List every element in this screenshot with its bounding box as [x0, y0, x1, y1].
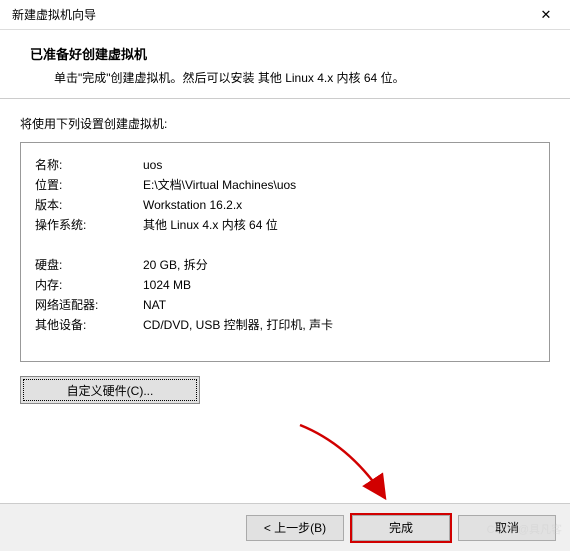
wizard-footer: < 上一步(B) 完成 取消	[0, 503, 570, 551]
summary-value: 20 GB, 拆分	[143, 255, 535, 275]
titlebar: 新建虚拟机向导 ✕	[0, 0, 570, 30]
back-button[interactable]: < 上一步(B)	[246, 515, 344, 541]
wizard-body: 将使用下列设置创建虚拟机: 名称: uos 位置: E:\文档\Virtual …	[0, 99, 570, 414]
summary-value: 其他 Linux 4.x 内核 64 位	[143, 215, 535, 235]
summary-row: 版本: Workstation 16.2.x	[35, 195, 535, 215]
summary-row: 其他设备: CD/DVD, USB 控制器, 打印机, 声卡	[35, 315, 535, 335]
summary-row: 硬盘: 20 GB, 拆分	[35, 255, 535, 275]
summary-label: 其他设备:	[35, 315, 143, 335]
summary-row: 名称: uos	[35, 155, 535, 175]
finish-button[interactable]: 完成	[352, 515, 450, 541]
page-subtext: 单击"完成"创建虚拟机。然后可以安装 其他 Linux 4.x 内核 64 位。	[30, 69, 540, 86]
wizard-header: 已准备好创建虚拟机 单击"完成"创建虚拟机。然后可以安装 其他 Linux 4.…	[0, 30, 570, 98]
cancel-button[interactable]: 取消	[458, 515, 556, 541]
summary-label: 位置:	[35, 175, 143, 195]
summary-row: 位置: E:\文档\Virtual Machines\uos	[35, 175, 535, 195]
summary-value: Workstation 16.2.x	[143, 195, 535, 215]
summary-label: 硬盘:	[35, 255, 143, 275]
window-title: 新建虚拟机向导	[12, 6, 96, 23]
summary-value: NAT	[143, 295, 535, 315]
summary-row: 操作系统: 其他 Linux 4.x 内核 64 位	[35, 215, 535, 235]
customize-hardware-button[interactable]: 自定义硬件(C)...	[20, 376, 200, 404]
summary-row: 网络适配器: NAT	[35, 295, 535, 315]
summary-value: CD/DVD, USB 控制器, 打印机, 声卡	[143, 315, 535, 335]
summary-box: 名称: uos 位置: E:\文档\Virtual Machines\uos 版…	[20, 142, 550, 362]
summary-label: 网络适配器:	[35, 295, 143, 315]
summary-label: 内存:	[35, 275, 143, 295]
summary-label: 操作系统:	[35, 215, 143, 235]
summary-value: 1024 MB	[143, 275, 535, 295]
summary-row: 内存: 1024 MB	[35, 275, 535, 295]
close-icon[interactable]: ✕	[532, 1, 560, 29]
summary-value: uos	[143, 155, 535, 175]
page-heading: 已准备好创建虚拟机	[30, 44, 540, 63]
summary-value: E:\文档\Virtual Machines\uos	[143, 175, 535, 195]
summary-intro: 将使用下列设置创建虚拟机:	[20, 115, 550, 132]
summary-label: 版本:	[35, 195, 143, 215]
summary-label: 名称:	[35, 155, 143, 175]
